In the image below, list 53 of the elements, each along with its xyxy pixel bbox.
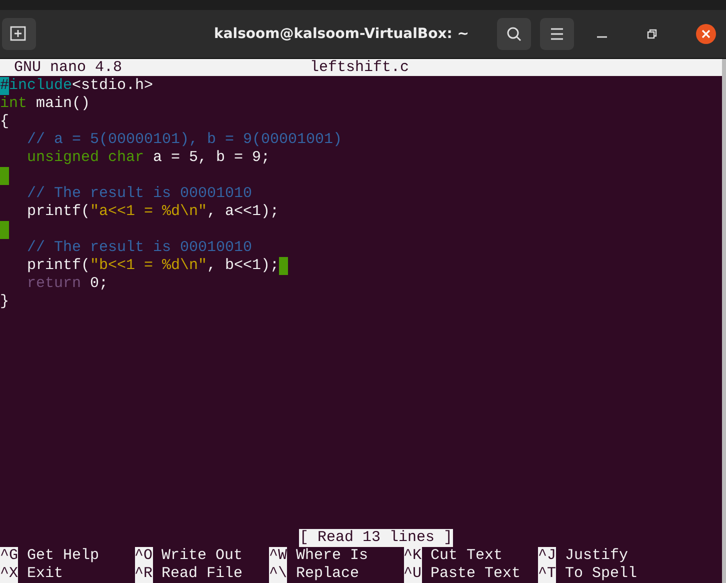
code-text: a = 5, b = 9; — [152, 149, 270, 167]
code-text: // a = 5(00000101), b = 9(00001001) — [26, 131, 342, 149]
code-text: return — [26, 275, 82, 293]
search-icon — [506, 26, 522, 42]
close-icon[interactable] — [696, 24, 716, 44]
code-text: printf( — [26, 257, 90, 275]
shortcut-label: Justify — [565, 547, 628, 565]
code-text: , a<<1); — [207, 203, 280, 221]
shortcut-key: ^G — [0, 547, 18, 565]
shortcut-key: ^J — [538, 547, 556, 565]
code-text: // The result is 00010010 — [26, 239, 252, 257]
search-button[interactable] — [497, 18, 531, 50]
shortcut-label: Write Out — [162, 547, 243, 565]
code-text: unsigned char — [26, 149, 144, 167]
shortcut-label: Cut Text — [430, 547, 503, 565]
shortcut-key: ^T — [538, 565, 556, 583]
code-text: main() — [35, 95, 90, 113]
status-message: [ Read 13 lines ] — [299, 529, 453, 547]
code-text: 0; — [89, 275, 108, 293]
shortcut-key: ^R — [134, 565, 153, 583]
code-text: printf( — [26, 203, 90, 221]
menu-button[interactable] — [540, 18, 574, 50]
shortcut-key: ^K — [404, 547, 422, 565]
shortcut-key: ^W — [269, 547, 288, 565]
code-text: } — [0, 293, 10, 311]
shortcut-key: ^X — [0, 565, 18, 583]
shortcut-label: Replace — [296, 565, 360, 583]
menu-icon — [550, 28, 564, 40]
code-text: { — [0, 113, 10, 131]
shortcut-label: Read File — [162, 565, 243, 583]
nano-version: GNU nano 4.8 — [14, 59, 124, 76]
code-text: "a<<1 = %d\n" — [90, 203, 208, 221]
window-title: kalsoom@kalsoom-VirtualBox: ~ — [213, 26, 470, 42]
restore-icon[interactable] — [646, 28, 658, 40]
scrollbar[interactable] — [722, 59, 726, 583]
code-text: <stdio.h> — [72, 77, 154, 95]
code-text: int — [0, 95, 28, 113]
shortcut-label: Paste Text — [430, 565, 521, 583]
new-tab-button[interactable] — [2, 18, 36, 50]
code-text: "b<<1 = %d\n" — [90, 257, 208, 275]
shortcut-label: Get Help — [27, 547, 100, 565]
new-tab-icon — [10, 26, 28, 42]
shortcut-key: ^O — [134, 547, 153, 565]
code-text: // The result is 00001010 — [26, 185, 252, 203]
shortcut-label: Exit — [27, 565, 64, 583]
file-name: leftshift.c — [310, 59, 410, 76]
shortcut-label: To Spell — [565, 565, 638, 583]
code-text: include — [9, 77, 72, 95]
code-text: , b<<1); — [207, 257, 280, 275]
text-cursor: # — [0, 77, 10, 95]
shortcut-key: ^\ — [269, 565, 288, 583]
shortcut-key: ^U — [404, 565, 422, 583]
shortcut-label: Where Is — [296, 547, 368, 565]
